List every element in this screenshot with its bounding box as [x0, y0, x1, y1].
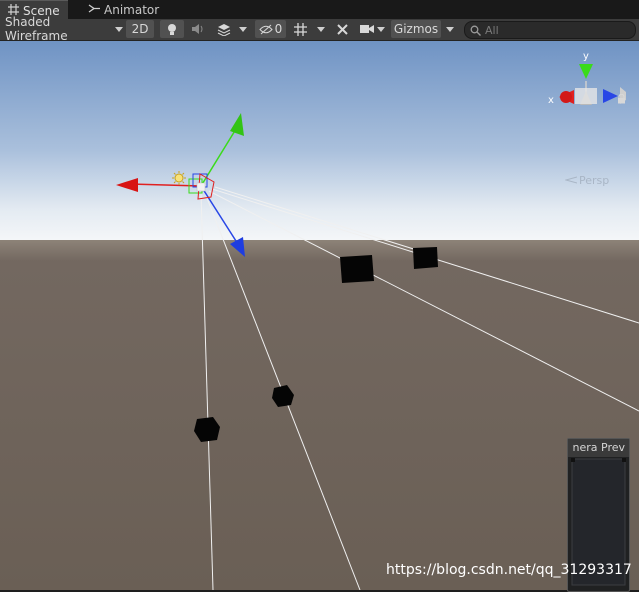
axis-label-x: x: [548, 95, 554, 106]
chevron-down-icon: [446, 26, 454, 32]
tab-label: Animator: [104, 2, 160, 17]
tools-toggle[interactable]: [332, 20, 352, 38]
watermark-text: https://blog.csdn.net/qq_31293317: [386, 562, 632, 578]
lightbulb-icon: [168, 23, 176, 35]
speaker-icon: [191, 24, 202, 34]
layers-icon: [217, 23, 231, 36]
chevron-down-icon: [316, 26, 325, 32]
cube-object[interactable]: [340, 255, 374, 283]
search-placeholder: All: [485, 23, 499, 37]
scene-canvas[interactable]: y x: [0, 41, 639, 590]
projection-label: Persp: [579, 174, 610, 187]
perspective-icon: [564, 174, 578, 187]
gizmos-button[interactable]: Gizmos: [391, 20, 441, 38]
search-input[interactable]: All: [464, 21, 636, 39]
toggle-2d-label: 2D: [131, 22, 149, 36]
camera-settings-dropdown[interactable]: [356, 20, 388, 38]
projection-toggle[interactable]: Persp: [564, 174, 610, 187]
hidden-count: 0: [274, 22, 283, 36]
audio-toggle[interactable]: [186, 20, 208, 38]
gizmos-label: Gizmos: [393, 22, 439, 36]
chevron-down-icon: [115, 26, 123, 32]
search-icon: [470, 25, 481, 36]
effects-dropdown[interactable]: [212, 20, 252, 38]
tools-icon: [336, 23, 348, 35]
chevron-down-icon: [239, 26, 247, 32]
grid-dropdown[interactable]: [289, 20, 329, 38]
lighting-toggle[interactable]: [160, 20, 184, 38]
scene-viewport[interactable]: y x Persp: [0, 41, 639, 590]
draw-mode-dropdown[interactable]: Shaded Wireframe: [2, 15, 123, 43]
camera-preview-title: nera Prev: [568, 439, 629, 457]
skybox: [0, 41, 639, 240]
axis-label-y: y: [583, 51, 589, 62]
lock-icon[interactable]: [617, 93, 626, 107]
draw-mode-label: Shaded Wireframe: [5, 15, 68, 43]
eye-slash-icon: [258, 24, 273, 34]
scene-toolbar: Shaded Wireframe 2D 0 Gizmos All: [0, 15, 639, 43]
grid-snap-icon: [293, 22, 307, 36]
camera-icon: [359, 25, 374, 33]
gizmos-dropdown[interactable]: [442, 20, 458, 38]
hidden-objects-toggle[interactable]: 0: [255, 20, 286, 38]
chevron-down-icon: [376, 26, 385, 32]
toggle-2d-button[interactable]: 2D: [126, 20, 154, 38]
cube-object[interactable]: [413, 247, 438, 269]
